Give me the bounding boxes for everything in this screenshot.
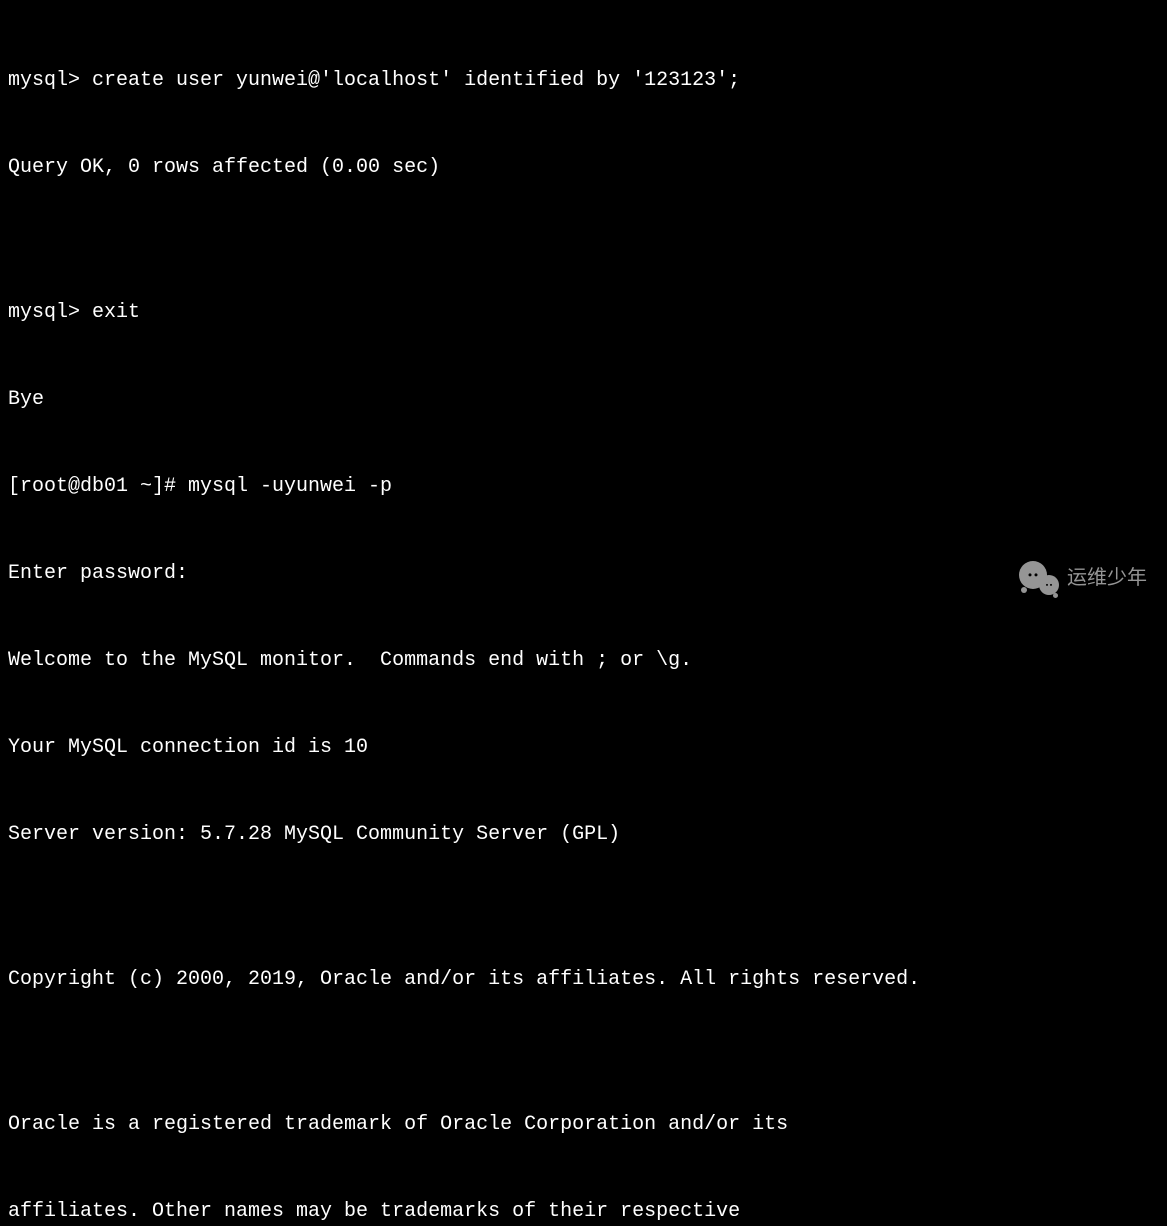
terminal-line: Enter password: [8,559,1159,588]
terminal-line: [root@db01 ~]# mysql -uyunwei -p [8,472,1159,501]
terminal-line: Query OK, 0 rows affected (0.00 sec) [8,153,1159,182]
watermark-text: 运维少年 [1067,564,1147,593]
terminal-line: Copyright (c) 2000, 2019, Oracle and/or … [8,965,1159,994]
terminal-line: Bye [8,385,1159,414]
terminal-line: Welcome to the MySQL monitor. Commands e… [8,646,1159,675]
terminal-line: mysql> exit [8,298,1159,327]
terminal-line: Your MySQL connection id is 10 [8,733,1159,762]
terminal-line: Server version: 5.7.28 MySQL Community S… [8,820,1159,849]
terminal-output[interactable]: mysql> create user yunwei@'localhost' id… [8,8,1159,1226]
wechat-icon [1019,561,1059,595]
watermark: 运维少年 [1019,561,1147,595]
terminal-line: Oracle is a registered trademark of Orac… [8,1110,1159,1139]
terminal-line: mysql> create user yunwei@'localhost' id… [8,66,1159,95]
terminal-line: affiliates. Other names may be trademark… [8,1197,1159,1226]
